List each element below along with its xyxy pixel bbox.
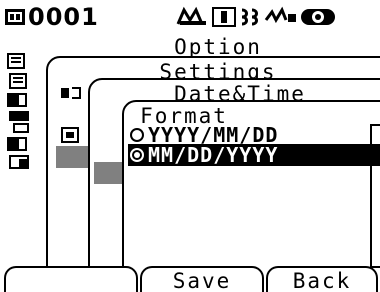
format-option-label: MM/DD/YYYY	[148, 143, 279, 167]
target-icon	[212, 6, 236, 28]
radio-selected-icon	[130, 148, 144, 162]
signal-icon	[264, 6, 298, 28]
memory-icon	[4, 6, 26, 32]
record-icon	[300, 6, 336, 28]
left-menu-icons	[0, 38, 40, 228]
save-button[interactable]: Save	[140, 266, 264, 292]
softkey-left[interactable]	[4, 266, 138, 292]
back-button[interactable]: Back	[266, 266, 378, 292]
battery-icon	[238, 6, 264, 28]
settings-row-icon	[60, 84, 82, 106]
calibration-icon	[176, 6, 210, 28]
format-option-mm-dd-yyyy[interactable]: MM/DD/YYYY	[128, 143, 380, 167]
radio-icon	[130, 128, 144, 142]
sample-counter: 0001	[28, 3, 99, 31]
status-bar: 0001	[0, 0, 380, 36]
option-panel: Option	[56, 35, 380, 59]
device-screen: 0001 Option Settings Date&Time Format YY…	[0, 0, 380, 292]
datetime-highlight	[94, 162, 124, 184]
